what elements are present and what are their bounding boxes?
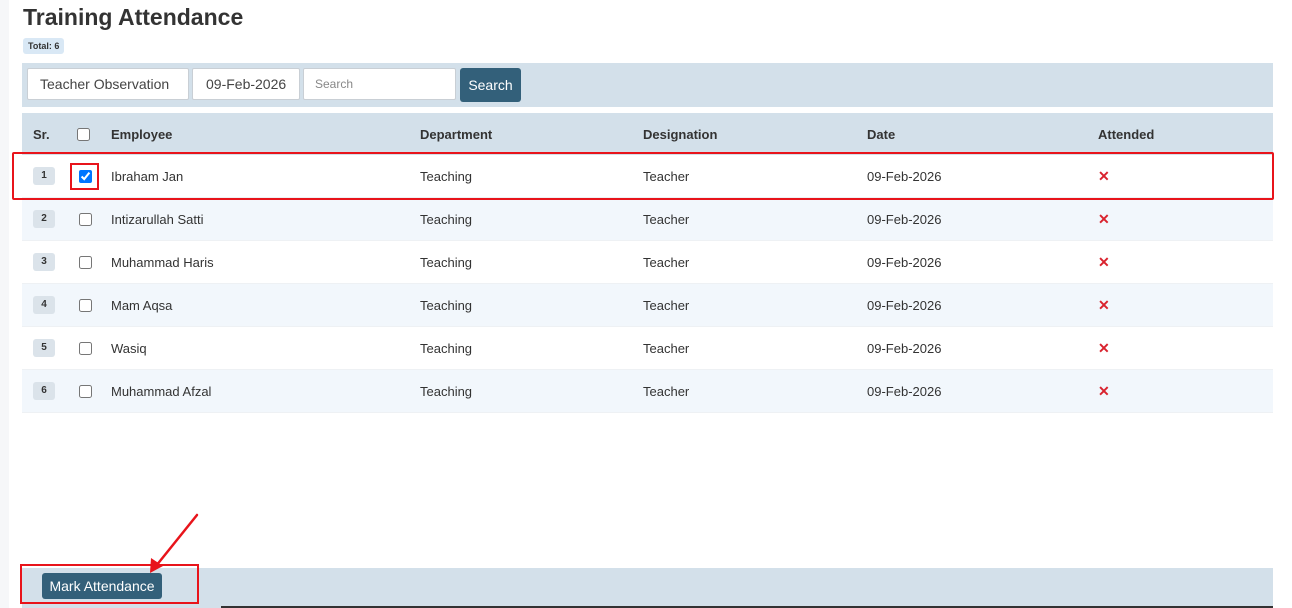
row-select-cell [77, 241, 92, 283]
mark-attendance-button[interactable]: Mark Attendance [42, 573, 162, 599]
close-icon: ✕ [1098, 382, 1110, 399]
table-row: 1 Ibraham Jan Teaching Teacher 09-Feb-2026 ✕ [22, 155, 1273, 198]
date-cell: 09-Feb-2026 [867, 383, 942, 399]
close-icon: ✕ [1098, 339, 1110, 356]
row-select-cell [77, 198, 92, 240]
department-cell: Teaching [420, 211, 473, 227]
designation-cell: Teacher [643, 168, 690, 184]
employee-name: Muhammad Afzal [111, 383, 212, 399]
date-field[interactable]: 09-Feb-2026 [192, 68, 300, 100]
row-sr-cell: 1 [33, 155, 55, 197]
row-number-badge: 1 [33, 167, 55, 185]
row-select-cell [77, 155, 92, 197]
employee-name: Ibraham Jan [111, 168, 184, 184]
select-all-checkbox[interactable] [77, 127, 90, 141]
row-sr-cell: 5 [33, 327, 55, 369]
employee-name: Mam Aqsa [111, 297, 173, 313]
employee-name: Intizarullah Satti [111, 211, 204, 227]
designation-cell: Teacher [643, 340, 690, 356]
page-title: Training Attendance [23, 4, 244, 30]
date-cell: 09-Feb-2026 [867, 254, 942, 270]
search-input[interactable] [303, 68, 456, 100]
training-select[interactable]: Teacher Observation [27, 68, 189, 100]
filter-bar: Teacher Observation 09-Feb-2026 Search [22, 63, 1273, 107]
row-select-cell [77, 284, 92, 326]
page-left-edge [0, 0, 9, 608]
row-sr-cell: 2 [33, 198, 55, 240]
row-checkbox[interactable] [79, 298, 92, 312]
department-cell: Teaching [420, 168, 473, 184]
date-cell: 09-Feb-2026 [867, 297, 942, 313]
table-row: 3 Muhammad Haris Teaching Teacher 09-Feb-202… [22, 241, 1273, 284]
employee-name: Muhammad Haris [111, 254, 214, 270]
header-sr: Sr. [33, 126, 50, 142]
row-checkbox[interactable] [79, 169, 92, 183]
table-row: 6 Muhammad Afzal Teaching Teacher 09-Feb-202… [22, 370, 1273, 413]
total-count-badge: Total: 6 [23, 38, 65, 54]
table-row: 5 Wasiq Teaching Teacher 09-Feb-2026 ✕ [22, 327, 1273, 370]
department-cell: Teaching [420, 297, 473, 313]
row-checkbox[interactable] [79, 255, 92, 269]
date-cell: 09-Feb-2026 [867, 168, 942, 184]
attended-cell: ✕ [1098, 155, 1110, 197]
table-row: 4 Mam Aqsa Teaching Teacher 09-Feb-2026 ✕ [22, 284, 1273, 327]
row-number-badge: 2 [33, 210, 55, 228]
table-body: 1 Ibraham Jan Teaching Teacher 09-Feb-2026 ✕ 2… [22, 155, 1273, 413]
date-cell: 09-Feb-2026 [867, 340, 942, 356]
close-icon: ✕ [1098, 253, 1110, 270]
designation-cell: Teacher [643, 297, 690, 313]
department-cell: Teaching [420, 383, 473, 399]
row-checkbox[interactable] [79, 212, 92, 226]
close-icon: ✕ [1098, 210, 1110, 227]
search-button[interactable]: Search [460, 68, 521, 102]
table-header: Sr. Employee Department Designation Date… [22, 113, 1273, 155]
department-cell: Teaching [420, 340, 473, 356]
department-cell: Teaching [420, 254, 473, 270]
attended-cell: ✕ [1098, 327, 1110, 369]
row-number-badge: 5 [33, 339, 55, 357]
row-checkbox[interactable] [79, 384, 92, 398]
row-checkbox[interactable] [79, 341, 92, 355]
attendance-table: Sr. Employee Department Designation Date… [22, 113, 1273, 413]
row-number-badge: 4 [33, 296, 55, 314]
footer-bar [22, 568, 1273, 608]
designation-cell: Teacher [643, 254, 690, 270]
employee-name: Wasiq [111, 340, 147, 356]
row-select-cell [77, 370, 92, 412]
row-sr-cell: 6 [33, 370, 55, 412]
designation-cell: Teacher [643, 383, 690, 399]
table-row: 2 Intizarullah Satti Teaching Teacher 09-Feb… [22, 198, 1273, 241]
header-select [77, 113, 90, 155]
attended-cell: ✕ [1098, 198, 1110, 240]
header-designation: Designation [643, 126, 718, 142]
close-icon: ✕ [1098, 167, 1110, 184]
header-employee: Employee [111, 126, 173, 142]
designation-cell: Teacher [643, 211, 690, 227]
row-select-cell [77, 327, 92, 369]
header-attended: Attended [1098, 126, 1155, 142]
close-icon: ✕ [1098, 296, 1110, 313]
header-date: Date [867, 126, 896, 142]
header-department: Department [420, 126, 493, 142]
row-sr-cell: 3 [33, 241, 55, 283]
row-number-badge: 6 [33, 382, 55, 400]
attended-cell: ✕ [1098, 241, 1110, 283]
row-number-badge: 3 [33, 253, 55, 271]
attended-cell: ✕ [1098, 370, 1110, 412]
attended-cell: ✕ [1098, 284, 1110, 326]
row-sr-cell: 4 [33, 284, 55, 326]
date-cell: 09-Feb-2026 [867, 211, 942, 227]
